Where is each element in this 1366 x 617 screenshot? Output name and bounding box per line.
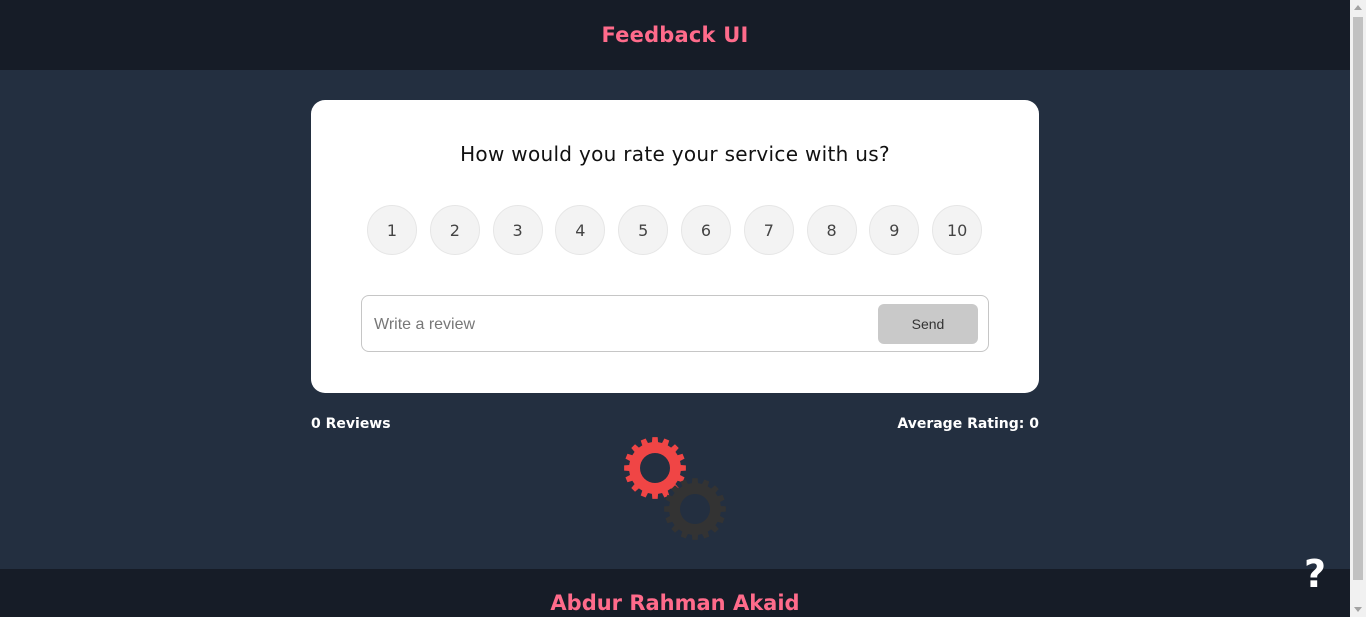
- scroll-thumb[interactable]: [1353, 17, 1363, 580]
- rating-question: How would you rate your service with us?: [460, 142, 890, 166]
- dark-gear-icon: [664, 478, 726, 540]
- rating-option-5[interactable]: 5: [618, 205, 669, 255]
- feedback-card: How would you rate your service with us?…: [311, 100, 1039, 393]
- gear-dark-hole: [680, 494, 710, 524]
- review-input[interactable]: [372, 296, 866, 353]
- average-rating: Average Rating: 0: [897, 416, 1039, 432]
- app-title: Feedback UI: [601, 23, 749, 47]
- rating-option-1[interactable]: 1: [367, 205, 417, 255]
- scroll-up-icon[interactable]: [1354, 5, 1362, 10]
- header: Feedback UI: [0, 0, 1350, 70]
- gear-red-hole: [640, 453, 670, 483]
- gears-icon: [620, 435, 730, 545]
- rating-option-7[interactable]: 7: [743, 205, 794, 255]
- review-count: 0 Reviews: [311, 416, 391, 432]
- review-form: Send: [361, 295, 989, 353]
- footer: Abdur Rahman Akaid: [0, 569, 1350, 617]
- scroll-down-icon[interactable]: [1354, 607, 1362, 612]
- author-name: Abdur Rahman Akaid: [550, 591, 800, 615]
- gears-svg: [624, 437, 726, 540]
- send-button[interactable]: Send: [878, 304, 978, 344]
- rating-option-6[interactable]: 6: [680, 205, 731, 255]
- rating-option-3[interactable]: 3: [492, 205, 543, 255]
- rating-options: 1 2 3 4 5 6 7 8 9 10: [367, 205, 983, 255]
- rating-option-4[interactable]: 4: [555, 205, 606, 255]
- rating-option-9[interactable]: 9: [869, 205, 920, 255]
- help-button[interactable]: ?: [1300, 552, 1330, 596]
- vertical-scrollbar[interactable]: [1350, 0, 1366, 617]
- rating-option-8[interactable]: 8: [806, 205, 857, 255]
- rating-option-10[interactable]: 10: [932, 205, 983, 255]
- rating-option-2[interactable]: 2: [429, 205, 480, 255]
